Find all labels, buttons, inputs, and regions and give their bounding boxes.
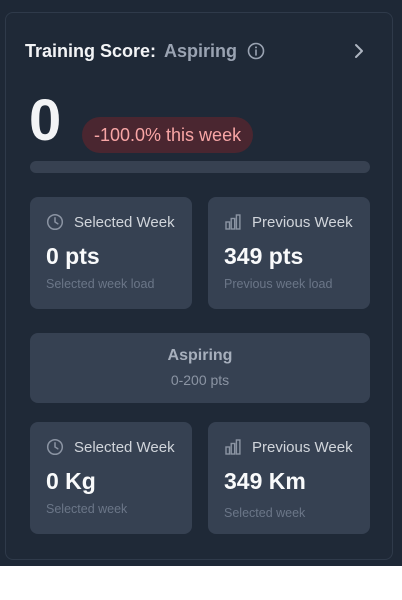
card-header: Training Score: Aspiring (25, 38, 265, 64)
bar-chart-icon (225, 214, 241, 230)
stat-label: Selected Week (74, 438, 175, 456)
clock-icon (46, 438, 64, 456)
stat-value: 349 Km (224, 468, 306, 494)
stat-caption: Selected week (224, 506, 306, 520)
previous-week-points-tile: Previous Week 349 pts Previous week load (208, 197, 370, 309)
stat-value: 349 pts (224, 243, 304, 269)
stat-header: Selected Week (46, 438, 175, 456)
weekly-change-badge: -100.0% this week (82, 117, 254, 153)
selected-week-points-tile: Selected Week 0 pts Selected week load (30, 197, 192, 309)
previous-week-distance-tile: Previous Week 349 Km Selected week (208, 422, 370, 534)
stat-header: Selected Week (46, 213, 175, 231)
level-name: Aspiring (167, 347, 233, 364)
stat-value: 0 Kg (46, 468, 96, 494)
stat-caption: Selected week load (46, 277, 155, 291)
stat-label: Previous Week (252, 213, 353, 231)
clock-icon (46, 213, 64, 231)
score-progress-bar (30, 161, 370, 173)
level-range-box: Aspiring 0-200 pts (30, 333, 370, 403)
stat-caption: Selected week (46, 502, 128, 516)
card-title: Training Score: (25, 40, 157, 61)
selected-week-weight-tile: Selected Week 0 Kg Selected week (30, 422, 192, 534)
chevron-right-icon[interactable] (348, 40, 370, 62)
stat-header: Previous Week (224, 438, 353, 456)
stat-value: 0 pts (46, 243, 100, 269)
stat-caption: Previous week load (224, 277, 333, 291)
score-value: 0 (29, 88, 62, 153)
stat-label: Selected Week (74, 213, 175, 231)
current-level: Aspiring (164, 40, 238, 61)
bar-chart-icon (225, 439, 241, 455)
level-range: 0-200 pts (170, 372, 230, 388)
info-icon[interactable] (247, 42, 265, 60)
stat-label: Previous Week (252, 438, 353, 456)
stat-header: Previous Week (224, 213, 353, 231)
